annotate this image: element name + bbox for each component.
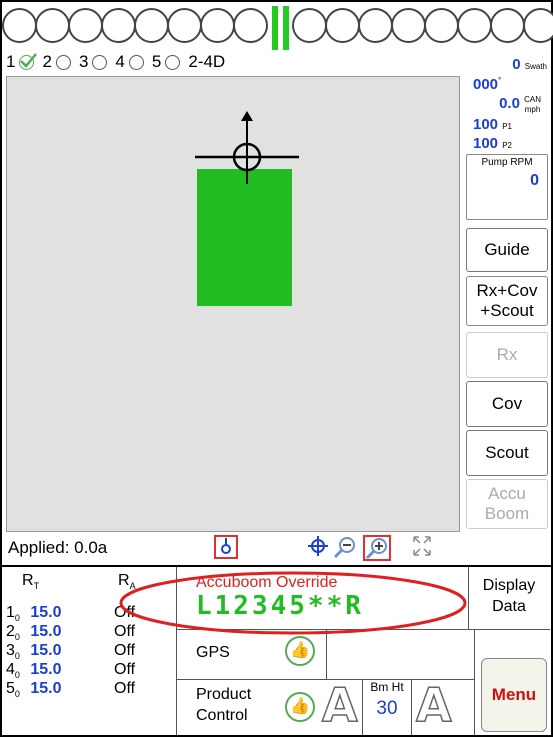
- section-light: [292, 8, 327, 43]
- rx-cov-scout-button[interactable]: Rx+Cov +Scout: [466, 276, 548, 326]
- product-selector: 1 2 3 4 5 2-4D: [6, 50, 233, 74]
- zoom-in-icon[interactable]: [363, 535, 391, 561]
- section-light: [523, 8, 553, 43]
- section-light: [101, 8, 136, 43]
- section-light: [167, 8, 202, 43]
- product-option-1[interactable]: 1: [6, 52, 38, 72]
- radio-icon[interactable]: [128, 54, 144, 70]
- product-option-4[interactable]: 4: [115, 52, 144, 72]
- map-marker-icon[interactable]: [214, 535, 238, 561]
- product-option-2-4d[interactable]: 2-4D: [188, 52, 225, 72]
- center-vehicle-icon[interactable]: [307, 535, 329, 561]
- product-control-thumbs-up-icon[interactable]: 👍: [285, 692, 315, 722]
- section-light: [2, 8, 37, 43]
- swath-readout: 0 Swath: [512, 56, 547, 73]
- section-light: [325, 8, 360, 43]
- rate-row-4: 40 15.0 Off: [6, 661, 136, 681]
- section-light: [424, 8, 459, 43]
- pressure-p1-readout: 100 P1: [473, 116, 512, 133]
- section-light: [200, 8, 235, 43]
- target-rate-header: RT: [22, 572, 40, 592]
- speed-readout: 0.0 CAN mph: [499, 94, 541, 114]
- full-extent-icon[interactable]: [412, 535, 432, 561]
- product-control-label: Product Control: [196, 686, 252, 724]
- checkmark-icon[interactable]: [19, 52, 38, 70]
- product-option-3[interactable]: 3: [79, 52, 108, 72]
- section-light: [457, 8, 492, 43]
- section-light: [358, 8, 393, 43]
- gps-thumbs-up-icon[interactable]: 👍: [285, 636, 315, 666]
- rate-row-5: 50 15.0 Off: [6, 680, 136, 700]
- section-light: [134, 8, 169, 43]
- display-data-button[interactable]: Display Data: [470, 575, 548, 617]
- product-option-5[interactable]: 5: [152, 52, 181, 72]
- vehicle-icon: [195, 111, 299, 184]
- scout-button[interactable]: Scout: [466, 430, 548, 476]
- pump-rpm-box: Pump RPM 0: [466, 154, 548, 220]
- center-indicator-bar: [283, 6, 289, 50]
- pressure-p2-readout: 100 P2: [473, 135, 512, 152]
- boom-left-height-icon[interactable]: A: [321, 677, 358, 733]
- radio-icon[interactable]: [165, 54, 181, 70]
- boom-right-height-icon[interactable]: A: [415, 677, 452, 733]
- highlight-ellipse: [119, 571, 467, 635]
- section-light: [233, 8, 268, 43]
- section-light: [35, 8, 70, 43]
- gps-label: GPS: [196, 644, 230, 661]
- radio-icon[interactable]: [92, 54, 108, 70]
- section-light: [68, 8, 103, 43]
- radio-icon[interactable]: [55, 54, 71, 70]
- field-map[interactable]: [6, 76, 460, 532]
- boom-height-box: Bm Ht 30: [362, 679, 412, 735]
- rx-button[interactable]: Rx: [466, 332, 548, 378]
- center-indicator-bar: [272, 6, 278, 50]
- divider: [474, 629, 475, 735]
- guide-button[interactable]: Guide: [466, 228, 548, 272]
- cov-button[interactable]: Cov: [466, 381, 548, 427]
- product-option-2[interactable]: 2: [42, 52, 71, 72]
- heading-readout: 000°: [473, 76, 502, 93]
- zoom-out-icon[interactable]: [333, 535, 357, 561]
- rate-row-3: 30 15.0 Off: [6, 642, 136, 662]
- applied-area-label: Applied: 0.0a: [8, 538, 108, 557]
- section-light: [391, 8, 426, 43]
- accuboom-button[interactable]: Accu Boom: [466, 479, 548, 529]
- section-light: [490, 8, 525, 43]
- menu-button[interactable]: Menu: [481, 658, 547, 732]
